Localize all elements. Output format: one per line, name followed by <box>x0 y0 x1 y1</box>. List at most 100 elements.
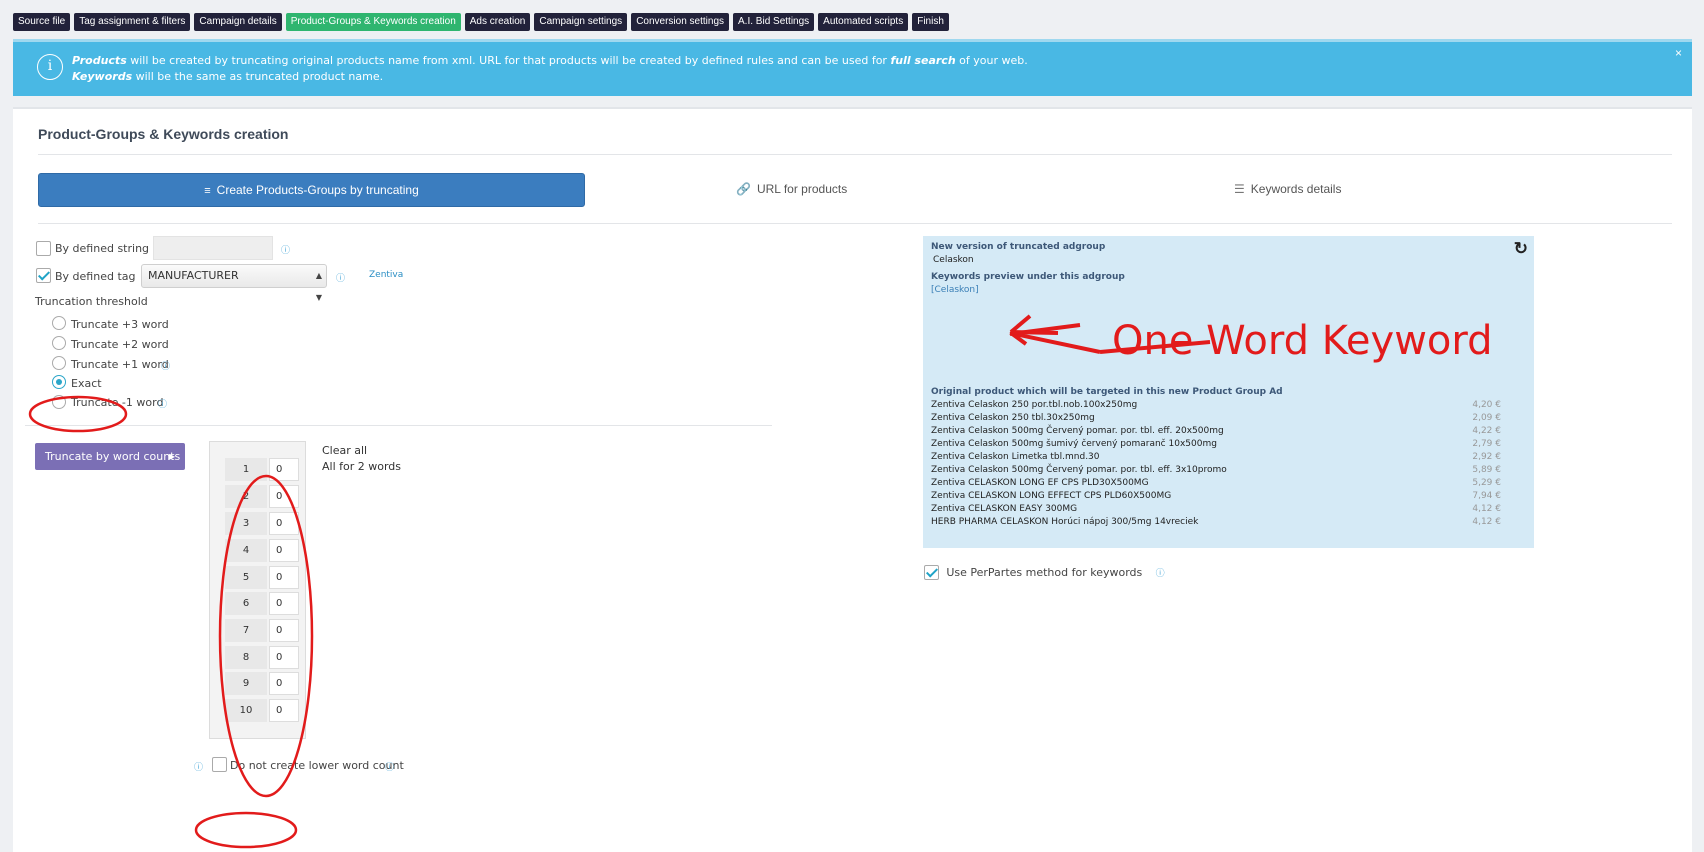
word-counts-list: 10 20 30 40 50 60 70 80 90 10 0 <box>209 441 306 739</box>
step-campaign-details[interactable]: Campaign details <box>194 13 282 31</box>
radio-truncate-plus-3[interactable] <box>52 316 66 330</box>
word-count-input[interactable]: 0 <box>269 672 299 695</box>
all-for-2-words-link[interactable]: All for 2 words <box>322 460 401 473</box>
list-item: 70 <box>225 619 302 642</box>
page-title: Product-Groups & Keywords creation <box>38 126 289 142</box>
word-count-input[interactable]: 0 <box>269 458 299 481</box>
list-item: Zentiva Celaskon 500mg Červený pomar. po… <box>931 465 1501 475</box>
step-ads-creation[interactable]: Ads creation <box>464 13 531 31</box>
divider <box>38 154 1672 155</box>
list-item: 10 <box>225 458 302 481</box>
word-count-input[interactable]: 0 <box>269 646 299 669</box>
by-tag-label: By defined tag <box>55 270 136 283</box>
info-icon[interactable]: ⓘ <box>158 397 167 410</box>
tab-create-product-groups[interactable]: ≡ Create Products-Groups by truncating <box>38 173 585 207</box>
radio-truncate-plus-2[interactable] <box>52 336 66 350</box>
list-item: HERB PHARMA CELASKON Horúci nápoj 300/5m… <box>931 517 1501 527</box>
link-icon: 🔗 <box>736 182 751 196</box>
info-icon[interactable]: ⓘ <box>281 243 290 256</box>
list-item: 90 <box>225 672 302 695</box>
info-icon[interactable]: ⓘ <box>161 359 170 372</box>
tag-select[interactable]: MANUFACTURER ▲ ▼ <box>141 264 327 302</box>
info-icon[interactable]: ⓘ <box>1156 569 1165 579</box>
list-item: 50 <box>225 566 302 589</box>
step-product-groups[interactable]: Product-Groups & Keywords creation <box>285 13 461 31</box>
list-item: 10 0 <box>225 699 302 722</box>
word-count-input[interactable]: 0 <box>269 699 299 722</box>
list-item: 60 <box>225 592 302 615</box>
step-conversion-settings[interactable]: Conversion settings <box>631 13 730 31</box>
no-lower-checkbox[interactable] <box>212 757 227 772</box>
divider <box>25 425 772 426</box>
caret-right-icon: ▶ <box>168 452 175 461</box>
by-string-label: By defined string <box>55 242 150 255</box>
list-item: Zentiva CELASKON LONG EFFECT CPS PLD60X5… <box>931 491 1501 501</box>
list-icon: ☰ <box>1234 182 1245 196</box>
tag-example-value: Zentiva <box>369 270 404 280</box>
radio-label: Truncate -1 word <box>71 396 164 409</box>
list-item: Zentiva Celaskon 250 por.tbl.nob.100x250… <box>931 400 1501 410</box>
list-item: Zentiva Celaskon 250 tbl.30x250mg 2,09 € <box>931 413 1501 423</box>
step-tag-assignment[interactable]: Tag assignment & filters <box>74 13 191 31</box>
annotation-one-word-keyword: One Word Keyword <box>1112 318 1493 364</box>
clear-all-link[interactable]: Clear all <box>322 444 367 457</box>
info-icon[interactable]: ⓘ <box>194 760 203 773</box>
step-automated-scripts[interactable]: Automated scripts <box>818 13 909 31</box>
step-finish[interactable]: Finish <box>912 13 949 31</box>
step-campaign-settings[interactable]: Campaign settings <box>534 13 628 31</box>
radio-truncate-minus-1[interactable] <box>52 395 66 409</box>
tab-keywords-details[interactable]: ☰ Keywords details <box>1234 173 1341 207</box>
tab-url-for-products[interactable]: 🔗 URL for products <box>736 173 847 207</box>
list-item: 40 <box>225 539 302 562</box>
radio-label: Truncate +3 word <box>71 318 169 331</box>
list-item: Zentiva Celaskon Limetka tbl.mnd.30 2,92 … <box>931 452 1501 462</box>
info-banner: i Products will be created by truncating… <box>13 39 1692 96</box>
adgroup-preview: New version of truncated adgroup ↻ Celas… <box>923 236 1534 548</box>
radio-exact[interactable] <box>52 375 66 389</box>
banner-line-1: Products will be created by truncating o… <box>72 54 1028 67</box>
close-icon[interactable]: × <box>1675 46 1682 60</box>
by-string-checkbox[interactable] <box>36 241 51 256</box>
info-icon[interactable]: ⓘ <box>336 271 345 284</box>
adgroup-name: Celaskon <box>933 255 974 265</box>
wizard-steps: Source file Tag assignment & filters Cam… <box>13 13 949 31</box>
list-item: Zentiva CELASKON EASY 300MG 4,12 € <box>931 504 1501 514</box>
list-item: Zentiva CELASKON LONG EF CPS PLD30X500MG… <box>931 478 1501 488</box>
radio-label: Truncate +2 word <box>71 338 169 351</box>
info-icon[interactable]: ⓘ <box>385 760 394 773</box>
list-item: 20 <box>225 485 302 508</box>
list-item: 80 <box>225 646 302 669</box>
radio-truncate-plus-1[interactable] <box>52 356 66 370</box>
list-item: Zentiva Celaskon 500mg Červený pomar. po… <box>931 426 1501 436</box>
word-count-input[interactable]: 0 <box>269 512 299 535</box>
word-count-input[interactable]: 0 <box>269 592 299 615</box>
banner-line-2: Keywords will be the same as truncated p… <box>72 70 384 83</box>
original-products-label: Original product which will be targeted … <box>931 387 1283 397</box>
step-source-file[interactable]: Source file <box>13 13 71 31</box>
refresh-icon[interactable]: ↻ <box>1514 239 1528 259</box>
keywords-preview-label: Keywords preview under this adgroup <box>931 272 1125 282</box>
truncate-by-word-counts-button[interactable]: Truncate by word counts ▶ <box>35 443 185 470</box>
word-count-input[interactable]: 0 <box>269 619 299 642</box>
new-version-label: New version of truncated adgroup <box>931 242 1106 252</box>
by-tag-checkbox[interactable] <box>36 268 51 283</box>
info-icon: i <box>37 54 63 80</box>
word-count-input[interactable]: 0 <box>269 566 299 589</box>
defined-string-input[interactable] <box>153 236 273 260</box>
list-item: 30 <box>225 512 302 535</box>
word-count-input[interactable]: 0 <box>269 539 299 562</box>
keyword-preview: [Celaskon] <box>931 285 979 295</box>
word-count-input[interactable]: 0 <box>269 485 299 508</box>
threshold-label: Truncation threshold <box>35 295 148 308</box>
step-ai-bid-settings[interactable]: A.I. Bid Settings <box>733 13 815 31</box>
list-item: Zentiva Celaskon 500mg šumivý červený po… <box>931 439 1501 449</box>
perpartes-checkbox[interactable] <box>924 565 939 581</box>
perpartes-option: Use PerPartes method for keywords ⓘ <box>924 565 1165 581</box>
radio-label: Truncate +1 word <box>71 358 169 371</box>
perpartes-label: Use PerPartes method for keywords <box>946 566 1143 579</box>
select-arrow-icon: ▲ ▼ <box>315 271 322 302</box>
divider <box>38 223 1672 224</box>
radio-label: Exact <box>71 377 102 390</box>
no-lower-label: Do not create lower word count <box>230 759 404 772</box>
sort-icon: ≡ <box>204 185 211 197</box>
